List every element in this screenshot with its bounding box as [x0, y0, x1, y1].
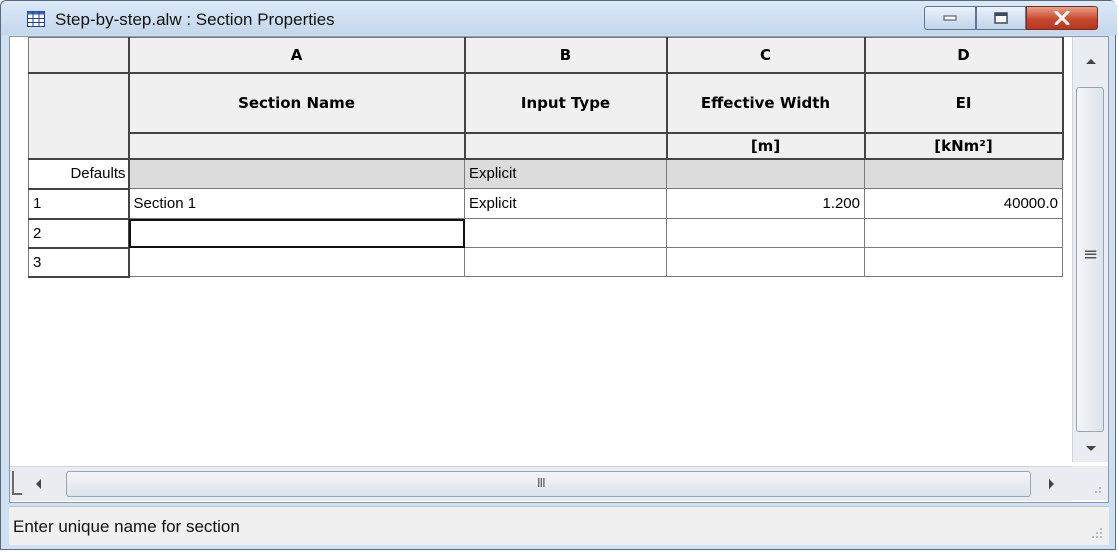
close-icon — [1054, 11, 1070, 25]
column-title-section-name: Section Name — [128, 72, 466, 134]
cell-input-type[interactable] — [464, 218, 667, 248]
column-unit-input-type — [464, 132, 668, 160]
cell-input-type[interactable] — [464, 247, 667, 277]
minimize-button[interactable] — [924, 6, 976, 30]
column-unit-section-name — [128, 132, 466, 160]
restore-icon — [994, 12, 1008, 24]
cell-section-name-active[interactable] — [128, 218, 465, 248]
column-header-a[interactable]: A — [128, 37, 466, 74]
row-header-defaults[interactable]: Defaults — [28, 158, 130, 190]
status-bar: Enter unique name for section — [9, 506, 1109, 545]
row-header[interactable]: 3 — [28, 247, 130, 278]
column-unit-row: [m] [kNm²] — [29, 132, 1064, 160]
cell-effective-width[interactable] — [666, 247, 865, 277]
column-letter-row: A B C D — [28, 37, 1064, 74]
restore-button[interactable] — [976, 6, 1026, 30]
cell-section-name[interactable]: Section 1 — [128, 188, 465, 219]
cell-effective-width[interactable]: 1.200 — [666, 188, 865, 219]
cell-section-name[interactable] — [128, 247, 465, 277]
scroll-left-arrow-icon[interactable] — [34, 478, 42, 490]
title-bar[interactable]: Step-by-step.alw : Section Properties — [1, 1, 1117, 35]
minimize-icon — [943, 15, 957, 21]
horizontal-scrollbar[interactable]: III — [10, 466, 1072, 501]
defaults-cell-section-name[interactable] — [128, 158, 465, 189]
column-title-ei: EI — [864, 72, 1064, 134]
horizontal-scroll-thumb[interactable]: III — [66, 471, 1031, 497]
close-button[interactable] — [1026, 6, 1098, 30]
cell-effective-width[interactable] — [666, 218, 865, 248]
section-properties-window: Step-by-step.alw : Section Properties A … — [0, 0, 1117, 550]
defaults-cell-effective-width[interactable] — [666, 158, 865, 189]
vertical-scroll-thumb[interactable]: ≡ — [1076, 87, 1104, 432]
section-properties-table: A B C D Section Name Input Type Effectiv… — [28, 37, 1064, 278]
status-text: Enter unique name for section — [13, 517, 240, 536]
grid-area: A B C D Section Name Input Type Effectiv… — [9, 36, 1109, 503]
size-grip-icon — [1095, 487, 1101, 493]
table-grid-icon — [27, 11, 45, 27]
column-unit-ei: [kNm²] — [864, 132, 1064, 160]
table-row: 2 — [28, 218, 1063, 249]
cell-ei[interactable] — [864, 218, 1063, 248]
scroll-grip-icon: III — [537, 476, 546, 490]
column-header-b[interactable]: B — [464, 37, 668, 74]
table-row: 3 — [28, 247, 1063, 278]
corner-cell[interactable] — [28, 37, 130, 74]
scroll-right-arrow-icon[interactable] — [1048, 478, 1056, 490]
row-header[interactable]: 2 — [28, 218, 130, 249]
cell-input-type[interactable]: Explicit — [464, 188, 667, 219]
vertical-scrollbar[interactable]: ≡ — [1072, 37, 1108, 462]
defaults-row: Defaults Explicit — [28, 158, 1063, 190]
corner-cell-lower — [28, 72, 130, 160]
column-title-input-type: Input Type — [464, 72, 668, 134]
scroll-up-arrow-icon[interactable] — [1085, 57, 1097, 65]
row-header[interactable]: 1 — [28, 188, 130, 220]
column-header-d[interactable]: D — [864, 37, 1064, 74]
defaults-cell-ei[interactable] — [864, 158, 1063, 189]
resize-grip-icon[interactable] — [1091, 527, 1103, 539]
cell-ei[interactable] — [864, 247, 1063, 277]
scroll-grip-icon: ≡ — [1083, 244, 1099, 265]
size-grip-corner[interactable] — [1072, 466, 1108, 500]
column-header-c[interactable]: C — [666, 37, 866, 74]
scroll-down-arrow-icon[interactable] — [1085, 445, 1097, 453]
defaults-cell-input-type[interactable]: Explicit — [464, 158, 667, 189]
cell-ei[interactable]: 40000.0 — [864, 188, 1063, 219]
split-box[interactable] — [12, 471, 22, 495]
column-title-row: Section Name Input Type Effective Width … — [28, 72, 1064, 160]
column-unit-effective-width: [m] — [666, 132, 866, 160]
table-row: 1 Section 1 Explicit 1.200 40000.0 — [28, 188, 1063, 220]
column-title-effective-width: Effective Width — [666, 72, 866, 134]
window-title: Step-by-step.alw : Section Properties — [55, 10, 335, 29]
